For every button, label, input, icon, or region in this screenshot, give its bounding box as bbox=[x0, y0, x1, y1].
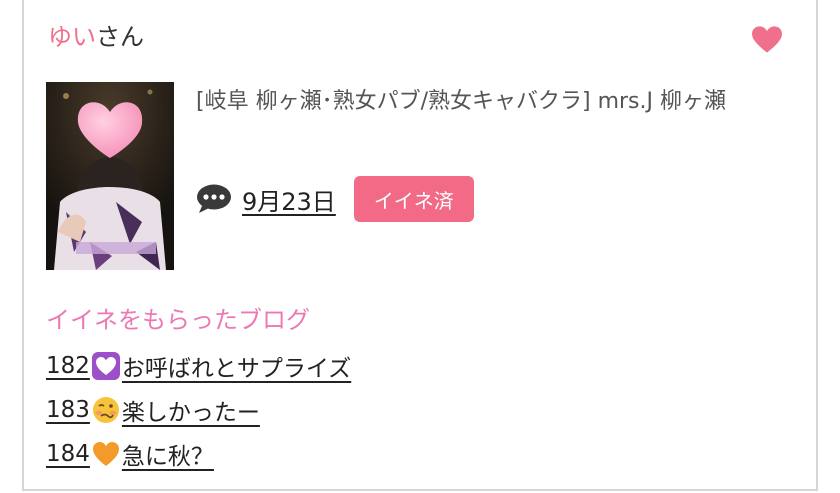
blog-link-183[interactable]: 183 楽しかったー bbox=[46, 388, 351, 432]
review-card: ゆいさん [岐阜 柳ヶ瀬･熟女パブ/熟女キャバクラ] mrs.J 柳ヶ瀬 9月2… bbox=[22, 0, 818, 491]
blog-title: 楽しかったー bbox=[121, 400, 260, 426]
customer-name-suffix: さん bbox=[96, 23, 144, 51]
blog-title: 急に秋？ bbox=[121, 444, 214, 470]
liked-blogs-title: イイネをもらったブログ bbox=[46, 306, 310, 334]
blog-title: お呼ばれとサプライズ bbox=[121, 356, 352, 382]
orange-heart-icon bbox=[92, 442, 119, 466]
liked-blog-list: 182 お呼ばれとサプライズ 183 楽しかったー 184 急に秋？ bbox=[46, 344, 351, 476]
shop-name: [岐阜 柳ヶ瀬･熟女パブ/熟女キャバクラ] mrs.J 柳ヶ瀬 bbox=[196, 89, 726, 114]
blog-number: 183 bbox=[46, 397, 90, 423]
meta-row: 9月23日 イイネ済 bbox=[196, 176, 474, 222]
comment-bubble-icon bbox=[197, 184, 231, 213]
blog-link-182[interactable]: 182 お呼ばれとサプライズ bbox=[46, 344, 351, 388]
heart-icon[interactable] bbox=[752, 26, 782, 54]
purple-heart-icon bbox=[91, 352, 120, 380]
blog-number: 182 bbox=[46, 353, 90, 379]
iine-button[interactable]: イイネ済 bbox=[353, 176, 474, 222]
profile-photo bbox=[46, 82, 174, 270]
blog-link-184[interactable]: 184 急に秋？ bbox=[46, 432, 351, 476]
date-link[interactable]: 9月23日 bbox=[242, 182, 336, 217]
customer-name: ゆいさん bbox=[48, 22, 144, 52]
customer-name-accent: ゆい bbox=[48, 23, 96, 51]
woozy-face-icon bbox=[92, 397, 119, 423]
blog-number: 184 bbox=[46, 441, 90, 467]
